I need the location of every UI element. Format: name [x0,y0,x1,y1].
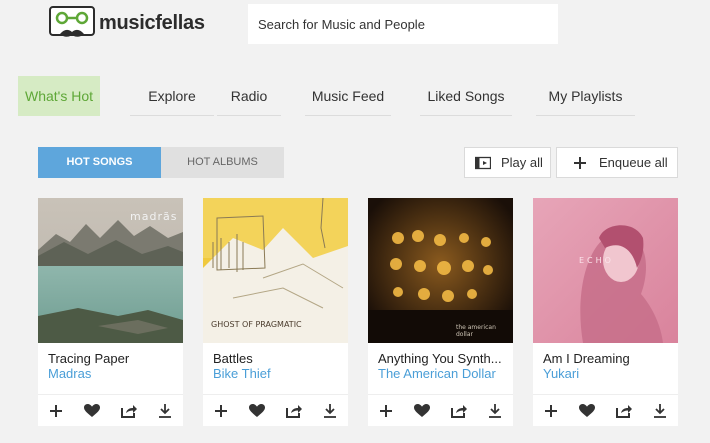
tab-hot-songs[interactable]: HOT SONGS [38,147,161,178]
album-art-text: the american dollar [456,324,496,338]
share-icon[interactable] [120,402,138,420]
nav-my-playlists[interactable]: My Playlists [536,76,635,116]
nav-whats-hot[interactable]: What's Hot [18,76,100,116]
heart-icon[interactable] [83,402,101,420]
song-title[interactable]: Tracing Paper [48,351,176,366]
plus-icon[interactable] [212,402,230,420]
main-nav: What's Hot Explore Radio Music Feed Like… [18,76,710,116]
share-icon[interactable] [450,402,468,420]
song-actions [368,394,513,426]
heart-icon[interactable] [248,402,266,420]
song-title[interactable]: Am I Dreaming [543,351,671,366]
nav-liked-songs[interactable]: Liked Songs [420,76,512,116]
song-artist-link[interactable]: The American Dollar [378,366,496,381]
song-card[interactable]: ECHO Am I Dreaming Yukari [533,198,678,426]
cassette-mustache-logo-icon [49,6,95,40]
plus-icon[interactable] [542,402,560,420]
play-screen-icon [474,156,492,170]
album-art-text: ECHO [579,256,614,265]
song-title[interactable]: Anything You Synth... [378,351,506,366]
song-artist-link[interactable]: Bike Thief [213,366,271,381]
download-icon[interactable] [321,402,339,420]
logo[interactable]: musicfellas [49,6,205,40]
enqueue-all-label: Enqueue all [599,155,668,170]
play-all-label: Play all [501,155,543,170]
song-card[interactable]: madrãs Tracing Paper Madras [38,198,183,426]
song-card[interactable]: the american dollar Anything You Synth..… [368,198,513,426]
song-artist-link[interactable]: Yukari [543,366,579,381]
heart-icon[interactable] [578,402,596,420]
download-icon[interactable] [486,402,504,420]
share-icon[interactable] [615,402,633,420]
album-art[interactable]: ECHO [533,198,678,343]
download-icon[interactable] [651,402,669,420]
nav-explore[interactable]: Explore [130,76,214,116]
download-icon[interactable] [156,402,174,420]
album-art-text: GHOST OF PRAGMATIC [211,320,302,329]
plus-icon[interactable] [377,402,395,420]
nav-radio[interactable]: Radio [217,76,281,116]
song-card[interactable]: GHOST OF PRAGMATIC Battles Bike Thief [203,198,348,426]
nav-music-feed[interactable]: Music Feed [305,76,391,116]
tab-hot-albums[interactable]: HOT ALBUMS [161,147,284,178]
song-actions [38,394,183,426]
play-all-button[interactable]: Play all [464,147,551,178]
album-art[interactable]: the american dollar [368,198,513,343]
song-actions [203,394,348,426]
plus-icon[interactable] [47,402,65,420]
album-art[interactable]: GHOST OF PRAGMATIC [203,198,348,343]
search-input[interactable] [248,4,558,44]
song-actions [533,394,678,426]
share-icon[interactable] [285,402,303,420]
enqueue-all-button[interactable]: Enqueue all [556,147,678,178]
album-art-text: madrãs [130,210,178,223]
plus-icon [573,156,587,170]
album-art[interactable]: madrãs [38,198,183,343]
brand-name: musicfellas [99,11,205,34]
song-artist-link[interactable]: Madras [48,366,91,381]
song-title[interactable]: Battles [213,351,341,366]
heart-icon[interactable] [413,402,431,420]
